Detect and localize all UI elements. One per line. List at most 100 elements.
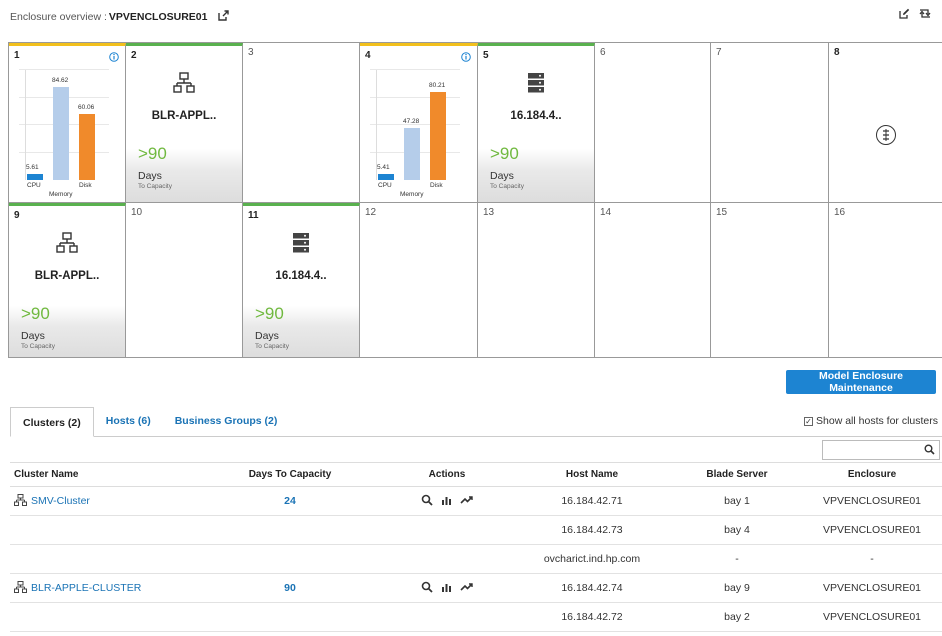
- blade-server-cell: -: [672, 544, 802, 574]
- days-label: Days: [255, 330, 279, 342]
- cluster-name-text[interactable]: BLR-APPLE-CLUSTER: [31, 582, 141, 594]
- days-label: Days: [21, 330, 45, 342]
- table-row[interactable]: ovcharict.ind.hp.com - -: [10, 544, 942, 574]
- cpu-bar[interactable]: [27, 174, 43, 180]
- bay-2[interactable]: 2 BLR-APPL.. >90 Days To Capacity: [126, 43, 243, 203]
- host-name[interactable]: BLR-APPL..: [9, 270, 125, 282]
- days-to-capacity-cell: [198, 544, 382, 574]
- table-row[interactable]: 16.184.42.73 bay 4 VPVENCLOSURE01: [10, 515, 942, 545]
- col-actions: Actions: [382, 462, 512, 487]
- bay-14[interactable]: 14: [595, 203, 711, 358]
- days-to-capacity-link[interactable]: 90: [284, 582, 296, 594]
- to-capacity-label: To Capacity: [21, 343, 55, 350]
- disk-label: Disk: [430, 182, 443, 189]
- disk-bar[interactable]: [79, 114, 95, 180]
- bay-5[interactable]: 5 16.184.4.. >90 Days To Capacity: [478, 43, 595, 203]
- header-actions: [899, 8, 932, 22]
- days-to-capacity-cell: 90: [198, 573, 382, 603]
- bay-6[interactable]: 6: [595, 43, 711, 203]
- memory-bar[interactable]: [404, 128, 420, 180]
- cluster-icon: [14, 580, 27, 596]
- utilization-chart: 5.61 CPU 84.62 Memory 60.06 Disk: [15, 60, 115, 200]
- bay-16[interactable]: 16: [829, 203, 942, 358]
- bay-12[interactable]: 12: [360, 203, 478, 358]
- tab-bar: Clusters (2) Hosts (6) Business Groups (…: [10, 407, 942, 437]
- bay-8[interactable]: 8: [829, 43, 942, 203]
- cluster-name-cell: [10, 602, 198, 632]
- host-name[interactable]: 16.184.4..: [243, 270, 359, 282]
- table-row[interactable]: SMV-Cluster 24 16.184.42.71 bay 1 VPVENCLOSU…: [10, 486, 942, 516]
- bay-7[interactable]: 7: [711, 43, 829, 203]
- table-row[interactable]: 16.184.42.72 bay 2 VPVENCLOSURE01: [10, 602, 942, 632]
- col-host-name[interactable]: Host Name: [512, 462, 672, 487]
- server-icon: [292, 232, 310, 257]
- chart-gridline: [370, 69, 460, 70]
- bay-1[interactable]: 1 5.61 CPU 84.62 Memory 60.06 Disk: [9, 43, 126, 203]
- host-name[interactable]: 16.184.4..: [478, 110, 594, 122]
- bay-11[interactable]: 11 16.184.4.. >90 Days To Capacity: [243, 203, 360, 358]
- bay-13[interactable]: 13: [478, 203, 595, 358]
- search-icon[interactable]: [924, 444, 935, 458]
- cluster-name-cell: BLR-APPLE-CLUSTER: [10, 573, 198, 603]
- col-days-to-capacity[interactable]: Days To Capacity: [198, 462, 382, 487]
- bay-15[interactable]: 15: [711, 203, 829, 358]
- cpu-value: 5.61: [26, 164, 39, 171]
- trend-icon[interactable]: [460, 582, 473, 595]
- host-name-cell: 16.184.42.71: [512, 486, 672, 516]
- bay-3[interactable]: 3: [243, 43, 360, 203]
- bar-chart-icon[interactable]: [441, 582, 452, 595]
- to-capacity-label: To Capacity: [138, 183, 172, 190]
- table-row[interactable]: BLR-APPLE-CLUSTER 90 16.184.42.74 bay 9 VPVE…: [10, 573, 942, 603]
- host-name-cell: 16.184.42.73: [512, 515, 672, 545]
- show-all-checkbox[interactable]: ✓: [804, 416, 814, 426]
- cluster-link[interactable]: SMV-Cluster: [14, 493, 90, 509]
- actions-cell: [382, 486, 512, 516]
- blade-server-cell: bay 9: [672, 573, 802, 603]
- host-name-cell: 16.184.42.74: [512, 573, 672, 603]
- days-to-capacity-link[interactable]: 24: [284, 495, 296, 507]
- bay-number: 3: [248, 47, 254, 58]
- enclosure-cell: VPVENCLOSURE01: [802, 573, 942, 603]
- chart-gridline: [370, 96, 460, 98]
- disk-bar[interactable]: [430, 92, 446, 180]
- tab-business-groups[interactable]: Business Groups (2): [163, 406, 290, 436]
- bay-number: 16: [834, 207, 846, 218]
- days-to-capacity-cell: 24: [198, 486, 382, 516]
- external-link-icon[interactable]: [217, 10, 229, 24]
- memory-bar[interactable]: [53, 87, 69, 180]
- bar-chart-icon[interactable]: [441, 495, 452, 508]
- bay-4[interactable]: 4 5.41 CPU 47.28 Memory 80.21 Disk: [360, 43, 478, 203]
- tab-hosts[interactable]: Hosts (6): [94, 406, 163, 436]
- memory-label: Memory: [49, 191, 73, 198]
- refresh-icon[interactable]: [918, 8, 932, 22]
- bay-10[interactable]: 10: [126, 203, 243, 358]
- col-blade-server[interactable]: Blade Server: [672, 462, 802, 487]
- enclosure-cell: VPVENCLOSURE01: [802, 602, 942, 632]
- cpu-bar[interactable]: [378, 174, 394, 180]
- bay-number: 9: [14, 210, 20, 221]
- search-input[interactable]: [823, 441, 919, 459]
- host-name[interactable]: BLR-APPL..: [126, 110, 242, 122]
- cluster-name-cell: SMV-Cluster: [10, 486, 198, 516]
- edit-icon[interactable]: [899, 8, 910, 22]
- bay-number: 11: [248, 210, 259, 221]
- bay-9[interactable]: 9 BLR-APPL.. >90 Days To Capacity: [9, 203, 126, 358]
- host-name-cell: ovcharict.ind.hp.com: [512, 544, 672, 574]
- model-enclosure-maintenance-button[interactable]: Model Enclosure Maintenance: [786, 370, 936, 394]
- disk-label: Disk: [79, 182, 92, 189]
- col-cluster-name[interactable]: Cluster Name: [10, 462, 198, 487]
- show-all-hosts-toggle[interactable]: ✓ Show all hosts for clusters: [804, 415, 938, 427]
- enclosure-title-prefix: Enclosure overview :: [10, 11, 107, 23]
- maintenance-icon: [875, 125, 896, 145]
- cluster-name-text[interactable]: SMV-Cluster: [31, 495, 90, 507]
- cluster-link[interactable]: BLR-APPLE-CLUSTER: [14, 580, 141, 596]
- tune-icon[interactable]: [421, 494, 433, 509]
- tune-icon[interactable]: [421, 581, 433, 596]
- blade-server-cell: bay 4: [672, 515, 802, 545]
- tab-clusters[interactable]: Clusters (2): [10, 407, 94, 437]
- bay-number: 2: [131, 50, 137, 61]
- to-capacity-label: To Capacity: [255, 343, 289, 350]
- blade-server-cell: bay 1: [672, 486, 802, 516]
- trend-icon[interactable]: [460, 495, 473, 508]
- col-enclosure[interactable]: Enclosure: [802, 462, 942, 487]
